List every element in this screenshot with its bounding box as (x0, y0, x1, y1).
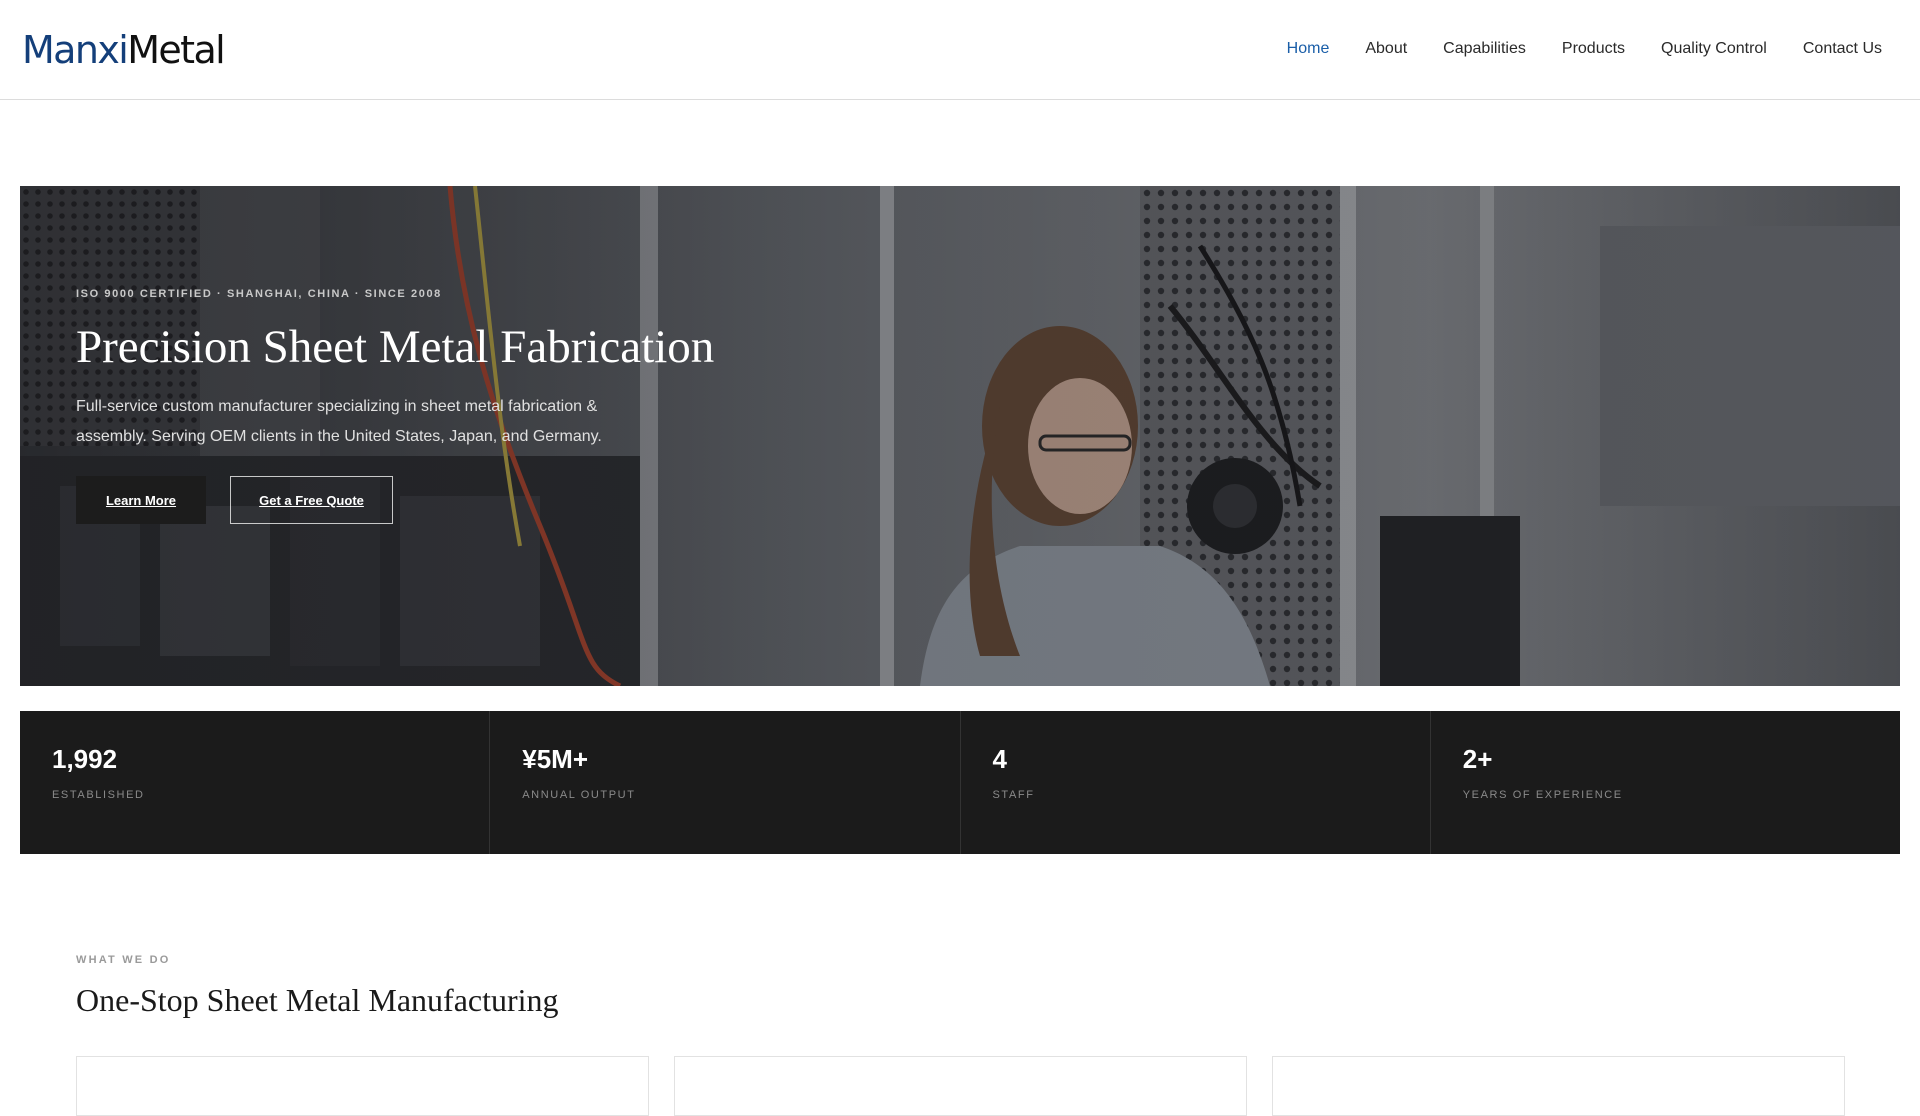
hero-content: ISO 9000 CERTIFIED · SHANGHAI, CHINA · S… (76, 286, 836, 524)
stat-label: ANNUAL OUTPUT (522, 789, 636, 801)
services-title: One-Stop Sheet Metal Manufacturing (76, 982, 559, 1018)
stat-value: 1,992 (52, 744, 118, 774)
logo-text-primary: Manxi (22, 28, 129, 72)
stat-value: ¥5M+ (522, 744, 589, 774)
brand-logo[interactable]: ManxiMetal (22, 27, 226, 73)
hero-eyebrow: ISO 9000 CERTIFIED · SHANGHAI, CHINA · S… (76, 288, 442, 300)
stats-bar: 1,992 ESTABLISHED ¥5M+ ANNUAL OUTPUT 4 S… (20, 711, 1900, 854)
service-card[interactable] (1272, 1056, 1845, 1116)
site-header: ManxiMetal Home About Capabilities Produ… (0, 0, 1920, 100)
main-nav: Home About Capabilities Products Quality… (1251, 36, 1882, 62)
stat-label: ESTABLISHED (52, 789, 145, 801)
service-card[interactable] (674, 1056, 1247, 1116)
services-eyebrow: WHAT WE DO (76, 954, 171, 966)
stat-label: YEARS OF EXPERIENCE (1462, 789, 1623, 801)
stat-value: 2+ (1462, 744, 1493, 774)
stat-value: 4 (992, 744, 1007, 774)
stat-staff: 4 STAFF (959, 711, 1430, 854)
nav-home[interactable]: Home (1287, 36, 1330, 62)
learn-more-button[interactable]: Learn More (76, 476, 206, 524)
nav-products[interactable]: Products (1562, 36, 1625, 62)
hero-actions: Learn More Get a Free Quote (76, 476, 836, 524)
stat-annual-output: ¥5M+ ANNUAL OUTPUT (489, 711, 959, 854)
nav-capabilities[interactable]: Capabilities (1443, 36, 1526, 62)
nav-quality-control[interactable]: Quality Control (1661, 36, 1767, 62)
nav-contact-us[interactable]: Contact Us (1803, 36, 1882, 62)
hero-banner: ISO 9000 CERTIFIED · SHANGHAI, CHINA · S… (20, 186, 1900, 686)
hero-description: Full-service custom manufacturer special… (76, 398, 602, 445)
service-card[interactable] (76, 1056, 649, 1116)
hero-title: Precision Sheet Metal Fabrication (76, 321, 715, 373)
stat-years-experience: 2+ YEARS OF EXPERIENCE (1429, 711, 1900, 854)
free-quote-button[interactable]: Get a Free Quote (230, 476, 393, 524)
stat-established: 1,992 ESTABLISHED (20, 711, 489, 854)
logo-text-secondary: Metal (127, 28, 226, 72)
nav-about[interactable]: About (1365, 36, 1407, 62)
stat-label: STAFF (992, 789, 1035, 801)
